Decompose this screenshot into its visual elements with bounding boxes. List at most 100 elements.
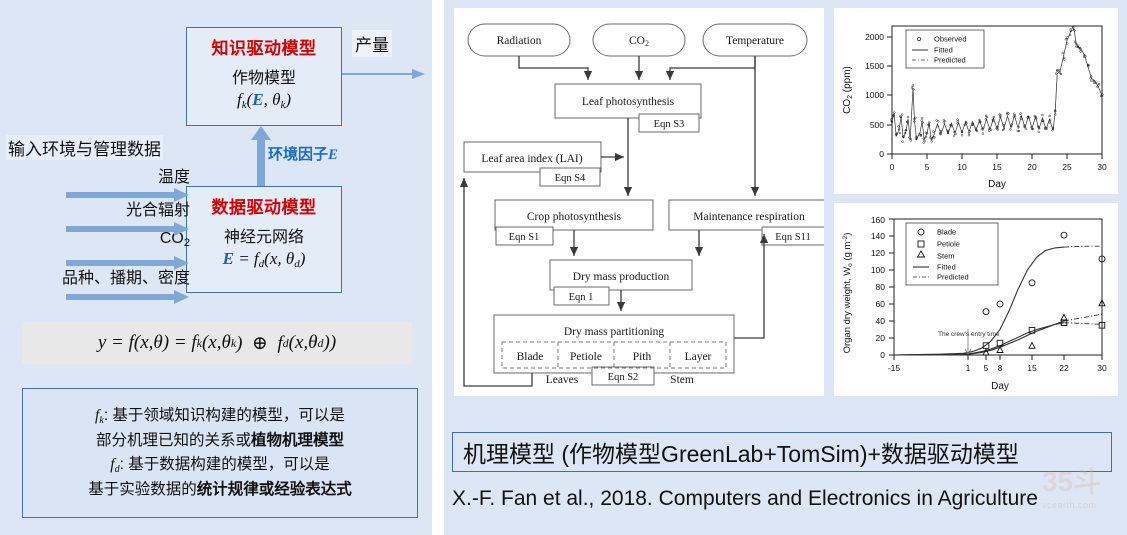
co2-ytick-0: 0 [879,149,884,159]
flow-node-crop-photosynthesis: Crop photosynthesis [527,211,622,223]
data-box-equation: E = fd(x, θd) [222,249,306,270]
dw-ytick-160: 160 [871,215,885,225]
co2-chart-card: 0 500 1000 1500 2000 0 5 10 15 20 25 30 … [834,8,1118,194]
dw-ytick-100: 100 [871,265,885,275]
dw-ytick-140: 140 [871,231,885,241]
organ-dry-weight-chart-card: 0 20 40 60 80 100 120 140 160 -15 1 5 8 … [834,203,1118,396]
input-arrow-co2-icon [66,256,189,270]
main-equation: y = f(x,θ) = f k (x,θ k) ⊕ f d (x,θ d)) [22,322,412,364]
dw-xtick-8: 8 [998,363,1003,373]
flow-cell-blade: Blade [517,351,544,363]
slide-root: 知识驱动模型 作物模型 fk(E, θk) 产量 环境因子E 数据驱动模型 神经… [0,0,1127,535]
flow-eqn-s11: Eqn S11 [775,232,811,243]
explanation-line-4-plain: 基于实验数据的 [88,480,197,498]
co2-xlabel: Day [988,179,1006,190]
data-box-subtitle: 神经元网络 [223,229,304,246]
flow-eqn-1: Eqn 1 [569,292,594,303]
flow-node-maintenance-respiration: Maintenance respiration [693,211,805,223]
input-arrow-par-icon [66,222,189,236]
dw-xtick--15: -15 [888,363,901,373]
dw-xtick-1: 1 [966,363,971,373]
co2-legend: Observed Fitted Predicted [905,29,985,69]
flow-node-radiation: Radiation [497,35,542,47]
flow-group-leaves: Leaves [546,374,579,386]
flow-cell-petiole: Petiole [570,351,602,363]
flow-group-stem: Stem [670,374,694,386]
dw-legend-petiole: Petiole [937,240,960,249]
dw-ytick-0: 0 [880,350,885,360]
dw-annotation: The crew's entry time [938,331,1000,338]
flow-eqn-s4: Eqn S4 [555,173,586,184]
yield-label: 产量 [352,30,392,57]
citation-text: X.-F. Fan et al., 2018. Computers and El… [452,487,1038,510]
co2-xtick-5: 5 [925,162,930,172]
co2-ylabel: CO2 (ppm) [842,66,854,114]
flow-eqn-s1: Eqn S1 [509,232,540,243]
organ-dry-weight-chart: 0 20 40 60 80 100 120 140 160 -15 1 5 8 … [842,215,1107,392]
dw-legend-predicted: Predicted [937,273,969,282]
explanation-line-4-bold: 统计规律或经验表达式 [196,480,352,498]
flow-eqn-s2: Eqn S2 [608,372,639,383]
co2-legend-predicted: Predicted [934,56,966,65]
flow-cell-layer: Layer [685,351,712,363]
explanation-line-3-text: : 基于数据构建的模型，可以是 [119,456,330,473]
co2-legend-observed: Observed [934,35,967,44]
dw-xlabel: Day [991,381,1009,392]
dw-xtick-22: 22 [1059,363,1069,373]
co2-xtick-15: 15 [992,162,1002,172]
explanation-line-1-text: : 基于领域知识构建的模型，可以是 [103,407,345,425]
model-explanation-box: fk: 基于领域知识构建的模型，可以是 部分机理已知的关系或植物机理模型 fd:… [22,388,418,518]
input-arrow-temperature-icon [66,188,189,202]
explanation-line-4: 基于实验数据的统计规律或经验表达式 [88,478,352,502]
main-caption-box: 机理模型 (作物模型GreenLab+TomSim)+数据驱动模型 [452,432,1112,472]
explanation-line-2-plain: 部分机理已知的关系或 [95,431,251,449]
co2-legend-fitted: Fitted [934,46,953,55]
flow-node-lai: Leaf area index (LAI) [481,153,582,165]
data-driven-model-box[interactable]: 数据驱动模型 神经元网络 E = fd(x, θd) [186,186,342,293]
dw-ylabel: Organ dry weight, Wo (g m-2) [842,233,854,354]
explanation-line-1: fk: 基于领域知识构建的模型，可以是 [95,407,345,427]
dw-legend-blade: Blade [937,228,956,237]
dw-legend-stem: Stem [937,252,955,261]
dw-xtick-15: 15 [1027,363,1037,373]
flowchart-card: Radiation CO2 Temperature Leaf photosynt… [454,8,824,396]
co2-ytick-2000: 2000 [865,32,884,42]
dw-ytick-40: 40 [876,316,886,326]
flow-cell-pith: Pith [633,351,652,363]
explanation-line-3: fd: 基于数据构建的模型，可以是 [110,456,330,475]
input-label-temperature: 温度 [157,169,190,186]
flow-node-leaf-photosynthesis: Leaf photosynthesis [582,96,675,108]
input-arrow-cultivar-icon [66,290,189,304]
knowledge-box-title: 知识驱动模型 [211,39,317,58]
dw-xtick-30: 30 [1097,363,1107,373]
knowledge-box-subtitle: 作物模型 [231,70,296,87]
data-box-title: 数据驱动模型 [211,198,317,217]
explanation-line-2: 部分机理已知的关系或植物机理模型 [96,429,344,453]
co2-xtick-20: 20 [1027,162,1037,172]
co2-chart: 0 500 1000 1500 2000 0 5 10 15 20 25 30 … [842,25,1107,190]
co2-xtick-10: 10 [957,162,967,172]
explanation-line-2-bold: 植物机理模型 [251,431,345,449]
dw-legend: Blade Petiole Stem Fitted Predicted [905,222,999,286]
yield-arrow-icon [342,69,425,79]
flow-node-dry-mass-partitioning: Dry mass partitioning [564,326,665,338]
dw-ytick-20: 20 [876,333,886,343]
dw-ytick-80: 80 [876,282,886,292]
environment-factor-label: 环境因子E [268,146,339,163]
knowledge-driven-model-box[interactable]: 知识驱动模型 作物模型 fk(E, θk) [186,27,342,126]
flow-eqn-s3: Eqn S3 [654,119,685,130]
co2-ytick-1500: 1500 [865,61,884,71]
co2-xtick-0: 0 [890,162,895,172]
main-caption-text: 机理模型 (作物模型GreenLab+TomSim)+数据驱动模型 [463,441,1019,467]
co2-xtick-30: 30 [1097,162,1107,172]
dw-legend-fitted: Fitted [937,263,956,272]
co2-ytick-1000: 1000 [865,90,884,100]
dw-xtick-5: 5 [984,363,989,373]
dw-ytick-60: 60 [876,299,886,309]
dw-ytick-120: 120 [871,248,885,258]
co2-xtick-25: 25 [1062,162,1072,172]
co2-ytick-500: 500 [870,120,884,130]
flowchart-diagram: Radiation CO2 Temperature Leaf photosynt… [459,23,824,387]
left-panel: 知识驱动模型 作物模型 fk(E, θk) 产量 环境因子E 数据驱动模型 神经… [0,0,432,535]
flow-node-dry-mass-production: Dry mass production [573,271,670,283]
